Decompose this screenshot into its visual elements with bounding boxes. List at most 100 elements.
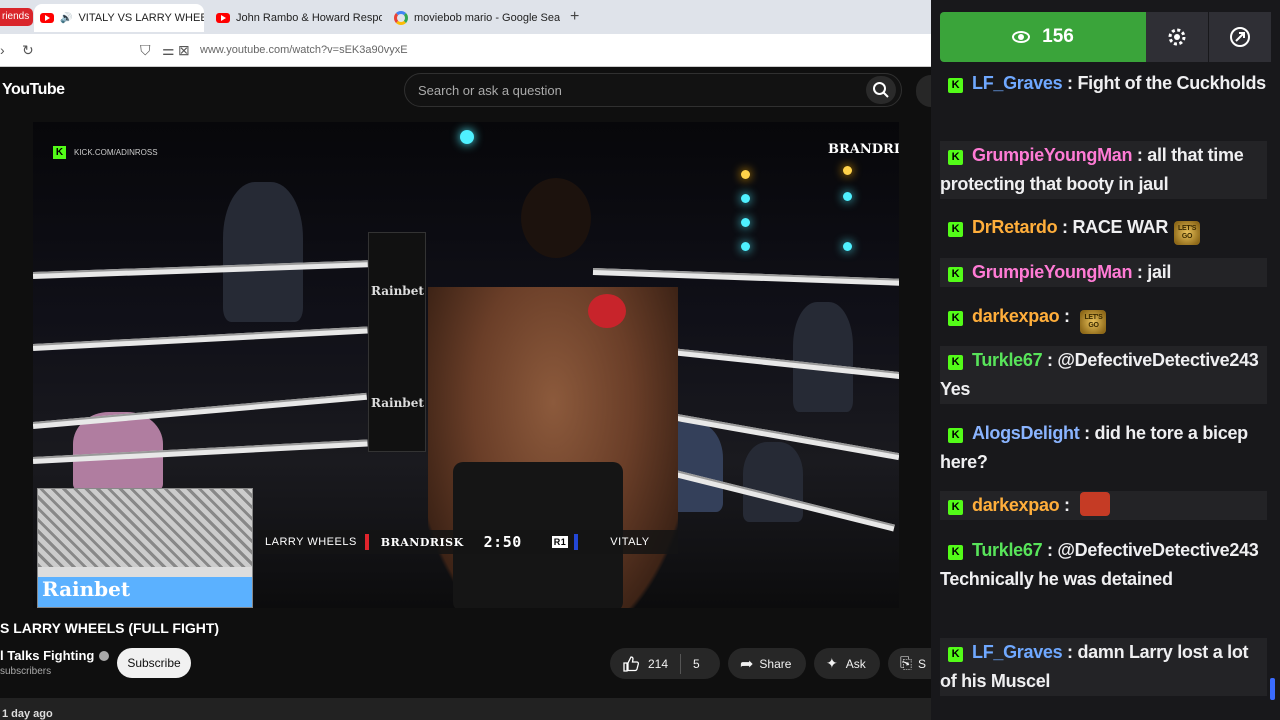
arena-light [843,166,852,175]
divider [680,653,682,674]
new-tab-icon[interactable]: + [570,8,579,26]
post-sponsor-label: Rainbet [371,284,424,298]
shield-icon[interactable]: ⛉ [140,42,151,59]
tab-title: VITALY VS LARRY WHEELS ( [78,12,204,24]
emote-face-icon [1080,492,1111,516]
ring-rope [33,392,368,429]
search-bar[interactable]: Search or ask a question [404,73,902,107]
tab-vitaly-vs-larry[interactable]: 🔊 VITALY VS LARRY WHEELS ( ✕ [34,4,204,32]
boxing-glove [588,294,626,328]
chat-panel: 156 K LF_Graves : Fight of the Cuckholds … [931,0,1280,720]
picture-in-picture-feed: Rainbet [37,488,253,608]
reload-icon[interactable]: ↻ [22,42,34,59]
tab-title: moviebob mario - Google Searc [414,12,560,24]
chat-message: Kdarkexpao : [940,491,1267,520]
arena-light [741,242,750,251]
dislike-count[interactable]: 5 [693,657,700,671]
browser-tab-bar: riends 🔊 VITALY VS LARRY WHEELS ( ✕ John… [0,0,931,34]
channel-name[interactable]: l Talks Fighting [0,648,110,663]
arena-light [843,192,852,201]
chat-message: K GrumpieYoungMan : jail [940,258,1267,287]
tab-group-friends[interactable]: riends [0,8,34,26]
viewer-count: 156 [1042,26,1074,47]
thumbs-up-icon[interactable] [622,655,640,673]
kick-badge-icon: K [948,500,963,515]
fighter-left-name: LARRY WHEELS [265,536,357,548]
sparkle-icon: ✦ [826,655,838,671]
forward-icon[interactable]: › [0,42,5,58]
kick-badge-icon: K [948,355,963,370]
viewer-count-box: 156 [940,12,1146,62]
arena-light [741,218,750,227]
kick-badge-icon: K [948,647,963,662]
kick-badge-icon: K [948,545,963,560]
chat-message: K GrumpieYoungMan : all that time protect… [940,141,1267,199]
permissions-icon[interactable]: ⚌ [162,42,175,59]
post-sponsor-label: Rainbet [371,396,424,410]
kick-watermark-text: KICK.COM/ADINROSS [74,148,158,157]
chat-text: jail [1147,262,1172,282]
lets-go-emote-icon: LET'S GO [1174,221,1201,245]
google-favicon-icon [394,11,408,25]
brandrisk-watermark: BRANDRISK [828,142,899,157]
fight-scoreboard: LARRY WHEELS BRANDRISK 2:50 R1 VITALY [258,530,678,554]
settings-button[interactable] [1146,12,1208,62]
chat-username[interactable]: Turkle67 [972,540,1043,560]
address-bar: › ↻ ⛉ ⚌ ⊠ www.youtube.com/watch?v=sEK3a9… [0,34,931,67]
chat-message: Kdarkexpao : LET'S GO [940,302,1267,334]
chat-scrollbar[interactable] [1270,678,1275,700]
camera-blocked-icon[interactable]: ⊠ [178,42,190,59]
fighter-right-name: VITALY [610,536,650,548]
search-button[interactable] [866,76,896,104]
kick-badge-icon: K [948,428,963,443]
arena-light [741,170,750,179]
chat-message: K DrRetardo : RACE WAR LET'S GO [940,213,1267,245]
tab-title: John Rambo & Howard Respon [236,12,382,24]
chat-username[interactable]: darkexpao [972,495,1060,515]
screen: riends 🔊 VITALY VS LARRY WHEELS ( ✕ John… [0,0,1280,720]
ask-label: Ask [845,656,866,671]
bookmark-icon: ⎘ [900,655,913,672]
ask-button[interactable]: ✦ Ask [814,648,880,679]
chat-username[interactable]: AlogsDelight [972,423,1080,443]
pip-backdrop [38,489,252,567]
tab-google-search[interactable]: moviebob mario - Google Searc ✕ [388,4,560,32]
popout-button[interactable] [1209,12,1271,62]
arena-light [460,130,474,144]
scoreboard-logo: BRANDRISK [380,535,464,549]
chat-message: K LF_Graves : damn Larry lost a lot of hi… [940,638,1267,696]
chat-username[interactable]: DrRetardo [972,217,1058,237]
share-button[interactable]: ➦ Share [728,648,806,679]
video-player[interactable]: Rainbet Rainbet K KICK.COM/ADINROSS BRAN… [33,122,899,608]
search-input[interactable]: Search or ask a question [418,83,562,98]
kick-badge-icon: K [948,150,963,165]
subscribe-button[interactable]: Subscribe [117,648,191,678]
kick-watermark: K KICK.COM/ADINROSS [53,146,158,159]
round-indicator: R1 [551,536,569,548]
save-label: S [918,656,927,671]
chat-text: RACE WAR [1072,217,1169,237]
audio-playing-icon[interactable]: 🔊 [60,13,72,24]
search-icon [873,82,889,98]
ring-rope [33,260,368,279]
url-field[interactable]: www.youtube.com/watch?v=sEK3a90vyxE [200,44,408,56]
video-title: S LARRY WHEELS (FULL FIGHT) [0,620,220,636]
chat-username[interactable]: GrumpieYoungMan [972,145,1132,165]
blue-corner-marker [574,534,579,550]
youtube-favicon-icon [40,13,54,23]
ring-corner-post [368,232,426,452]
chat-username[interactable]: Turkle67 [972,350,1043,370]
like-count[interactable]: 214 [648,657,668,671]
tab-john-rambo[interactable]: John Rambo & Howard Respon ✕ [210,4,382,32]
description-box[interactable] [0,698,931,720]
chat-username[interactable]: darkexpao [972,306,1060,326]
chat-message: K AlogsDelight : did he tore a bicep here… [940,423,1248,472]
like-dislike-group: 214 5 [610,648,720,679]
red-corner-marker [364,534,369,550]
chat-username[interactable]: LF_Graves [972,73,1063,93]
chat-username[interactable]: LF_Graves [972,642,1063,662]
youtube-logo[interactable]: YouTube [2,81,65,99]
channel-name-text[interactable]: l Talks Fighting [0,648,94,663]
chat-text: Fight of the Cuckholds [1077,73,1266,93]
chat-username[interactable]: GrumpieYoungMan [972,262,1132,282]
